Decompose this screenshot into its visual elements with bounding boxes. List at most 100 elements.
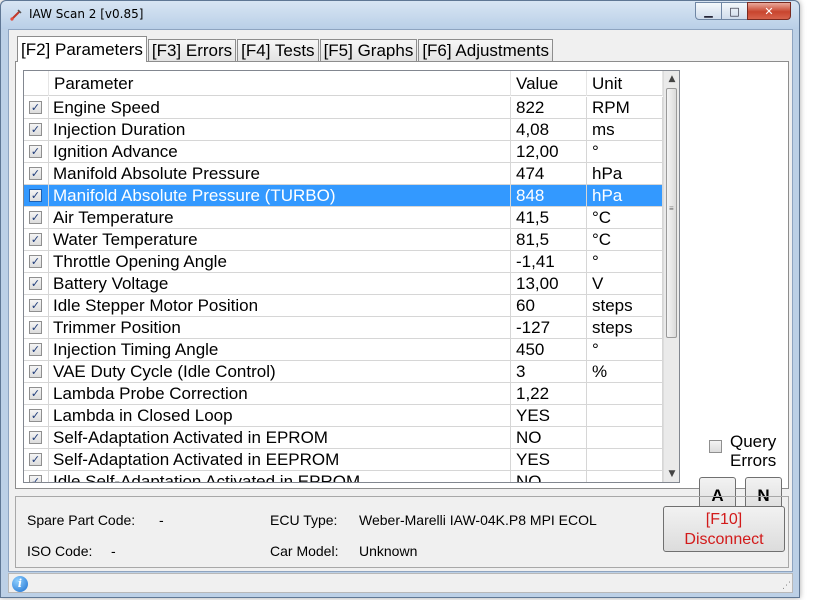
parameter-value-cell: 450	[511, 339, 587, 361]
tab-parameters[interactable]: [F2] Parameters	[17, 36, 147, 62]
parameter-name-cell: Water Temperature	[49, 229, 511, 251]
row-checkbox[interactable]: ✓	[29, 299, 42, 312]
parameter-name-cell: Manifold Absolute Pressure (TURBO)	[49, 185, 511, 207]
table-row[interactable]: ✓ Self-Adaptation Activated in EEPROM YES	[24, 449, 664, 471]
resize-grip-icon[interactable]: ⋰	[782, 581, 791, 591]
table-row[interactable]: ✓ Lambda Probe Correction 1,22	[24, 383, 664, 405]
row-checkbox-cell: ✓	[24, 97, 49, 119]
header-value[interactable]: Value	[511, 71, 587, 96]
header-checkbox-column	[24, 71, 49, 96]
row-checkbox[interactable]: ✓	[29, 475, 42, 482]
query-errors-option[interactable]: Query Errors	[709, 432, 789, 476]
tab-graphs[interactable]: [F5] Graphs	[319, 39, 418, 61]
table-row[interactable]: ✓ VAE Duty Cycle (Idle Control) 3%	[24, 361, 664, 383]
close-button[interactable]: ✕	[747, 2, 791, 20]
parameter-value-cell: YES	[511, 405, 587, 427]
row-checkbox[interactable]: ✓	[29, 431, 42, 444]
parameter-value-cell: 822	[511, 97, 587, 119]
window-controls: ▁ □ ✕	[695, 2, 791, 20]
tab-tests[interactable]: [F4] Tests	[237, 39, 319, 61]
parameter-value-cell: 1,22	[511, 383, 587, 405]
table-row[interactable]: ✓ Battery Voltage 13,00 V	[24, 273, 664, 295]
table-row[interactable]: ✓ Lambda in Closed Loop YES	[24, 405, 664, 427]
parameter-unit-cell	[587, 427, 663, 449]
table-row[interactable]: ✓ Air Temperature 41,5 °C	[24, 207, 664, 229]
row-checkbox[interactable]: ✓	[29, 387, 42, 400]
parameter-value-cell: -127	[511, 317, 587, 339]
table-row[interactable]: ✓ Trimmer Position -127 steps	[24, 317, 664, 339]
parameter-name-cell: Injection Duration	[49, 119, 511, 141]
parameter-value-cell: 60	[511, 295, 587, 317]
iso-code-label: ISO Code:	[27, 543, 93, 559]
client-area: [F2] Parameters [F3] Errors [F4] Tests […	[8, 29, 793, 572]
table-row[interactable]: ✓ Throttle Opening Angle -1,41 °	[24, 251, 664, 273]
table-row[interactable]: ✓ Idle Self-Adaptation Activated in EPROM…	[24, 471, 664, 482]
title-bar[interactable]: IAW Scan 2 [v0.85] ▁ □ ✕	[1, 1, 799, 29]
row-checkbox[interactable]: ✓	[29, 321, 42, 334]
table-row[interactable]: ✓ Manifold Absolute Pressure (TURBO) 848 hP…	[24, 185, 664, 207]
row-checkbox[interactable]: ✓	[29, 167, 42, 180]
tab-adjustments[interactable]: [F6] Adjustments	[418, 39, 553, 61]
parameter-value-cell: 4,08	[511, 119, 587, 141]
table-row[interactable]: ✓ Engine Speed 822 RPM	[24, 97, 664, 119]
disconnect-shortcut: [F10]	[705, 511, 743, 528]
header-parameter[interactable]: Parameter	[49, 71, 511, 96]
table-row[interactable]: ✓ Injection Timing Angle 450 °	[24, 339, 664, 361]
row-checkbox-cell: ✓	[24, 471, 49, 482]
row-checkbox[interactable]: ✓	[29, 365, 42, 378]
table-row[interactable]: ✓ Manifold Absolute Pressure 474 hPa	[24, 163, 664, 185]
app-window: IAW Scan 2 [v0.85] ▁ □ ✕ [F2] Parameters…	[0, 0, 800, 598]
status-bar: i ⋰	[8, 573, 793, 593]
row-checkbox[interactable]: ✓	[29, 189, 42, 202]
parameter-value-cell: NO	[511, 427, 587, 449]
parameter-unit-cell: steps	[587, 295, 663, 317]
parameter-name-cell: Engine Speed	[49, 97, 511, 119]
disconnect-button[interactable]: [F10] Disconnect	[663, 506, 785, 552]
car-model-label: Car Model:	[270, 543, 339, 559]
table-row[interactable]: ✓ Idle Stepper Motor Position 60 steps	[24, 295, 664, 317]
row-checkbox[interactable]: ✓	[29, 343, 42, 356]
query-errors-checkbox[interactable]	[709, 440, 722, 453]
row-checkbox[interactable]: ✓	[29, 101, 42, 114]
row-checkbox-cell: ✓	[24, 405, 49, 427]
parameter-name-cell: Injection Timing Angle	[49, 339, 511, 361]
parameters-grid[interactable]: Parameter Value Unit ✓ Engine Speed 822 RPM…	[23, 70, 680, 483]
scroll-thumb[interactable]: ≡	[666, 88, 677, 338]
parameter-unit-cell: ms	[587, 119, 663, 141]
minimize-button[interactable]: ▁	[695, 2, 722, 20]
parameter-value-cell: 848	[511, 185, 587, 207]
row-checkbox[interactable]: ✓	[29, 453, 42, 466]
disconnect-label: Disconnect	[684, 531, 764, 548]
spare-part-value: -	[159, 512, 164, 528]
info-icon[interactable]: i	[12, 576, 28, 592]
header-unit[interactable]: Unit	[587, 71, 663, 96]
row-checkbox[interactable]: ✓	[29, 233, 42, 246]
row-checkbox-cell: ✓	[24, 339, 49, 361]
parameter-unit-cell: °	[587, 141, 663, 163]
row-checkbox[interactable]: ✓	[29, 145, 42, 158]
row-checkbox[interactable]: ✓	[29, 211, 42, 224]
ecu-type-label: ECU Type:	[270, 512, 338, 528]
scroll-grip-icon: ≡	[669, 204, 674, 213]
parameter-name-cell: Idle Stepper Motor Position	[49, 295, 511, 317]
row-checkbox-cell: ✓	[24, 119, 49, 141]
parameter-value-cell: 474	[511, 163, 587, 185]
row-checkbox[interactable]: ✓	[29, 123, 42, 136]
tab-errors[interactable]: [F3] Errors	[147, 39, 237, 61]
table-row[interactable]: ✓ Ignition Advance 12,00 °	[24, 141, 664, 163]
table-row[interactable]: ✓ Self-Adaptation Activated in EPROM NO	[24, 427, 664, 449]
row-checkbox-cell: ✓	[24, 163, 49, 185]
parameter-name-cell: Battery Voltage	[49, 273, 511, 295]
parameter-unit-cell	[587, 383, 663, 405]
row-checkbox[interactable]: ✓	[29, 277, 42, 290]
row-checkbox[interactable]: ✓	[29, 255, 42, 268]
table-row[interactable]: ✓ Water Temperature 81,5 °C	[24, 229, 664, 251]
row-checkbox[interactable]: ✓	[29, 409, 42, 422]
vertical-scrollbar[interactable]: ▲ ≡ ▼	[663, 71, 679, 482]
table-row[interactable]: ✓ Injection Duration 4,08 ms	[24, 119, 664, 141]
maximize-button[interactable]: □	[721, 2, 748, 20]
scroll-up-icon[interactable]: ▲	[664, 71, 679, 87]
parameter-unit-cell: °	[587, 339, 663, 361]
row-checkbox-cell: ✓	[24, 427, 49, 449]
scroll-down-icon[interactable]: ▼	[664, 466, 679, 482]
